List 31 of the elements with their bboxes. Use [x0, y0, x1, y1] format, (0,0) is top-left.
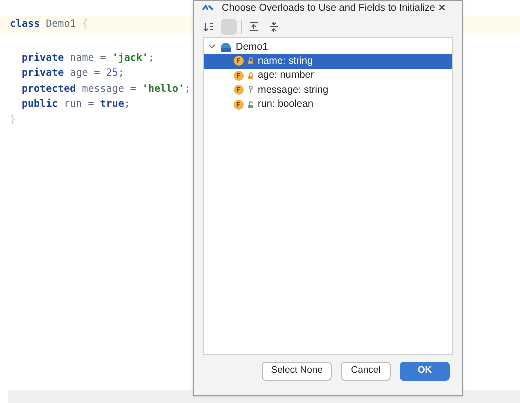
dialog-button[interactable]: Select None	[262, 362, 332, 381]
lock-icon	[248, 72, 254, 80]
dialog-title: Choose Overloads to Use and Fields to Initialize	[222, 2, 436, 16]
field-label: name: string	[258, 54, 314, 69]
field-row[interactable]: run: boolean	[204, 98, 452, 112]
field-label: run: boolean	[258, 98, 314, 112]
tree-node-label[interactable]: Demo1	[236, 40, 268, 54]
code-line: protected message = 'hello';	[22, 84, 191, 94]
code-line: class Demo1 {	[10, 19, 88, 30]
code-line: public run = true;	[22, 99, 130, 110]
code-line: private name = 'jack';	[22, 52, 154, 64]
field-label: age: number	[258, 69, 314, 84]
ok-button[interactable]: OK	[400, 362, 450, 381]
code-line: private age = 25;	[22, 68, 124, 79]
field-row[interactable]: message: string	[204, 83, 452, 98]
code-line: }	[10, 114, 16, 126]
app-icon	[202, 4, 214, 12]
field-icon	[234, 56, 244, 66]
unlocked-icon	[248, 100, 254, 109]
class-icon	[220, 41, 232, 53]
field-icon	[234, 70, 244, 81]
field-row[interactable]: name: string	[204, 54, 452, 68]
field-icon	[234, 100, 244, 110]
chevron-icon[interactable]	[208, 43, 216, 51]
dialog-button[interactable]: Cancel	[341, 362, 391, 381]
field-label: message: string	[258, 84, 329, 98]
key-icon	[248, 86, 254, 94]
field-icon	[234, 85, 244, 96]
field-row[interactable]: age: number	[204, 68, 452, 83]
lock-icon	[248, 57, 254, 66]
close-button[interactable]: ×	[438, 0, 446, 18]
